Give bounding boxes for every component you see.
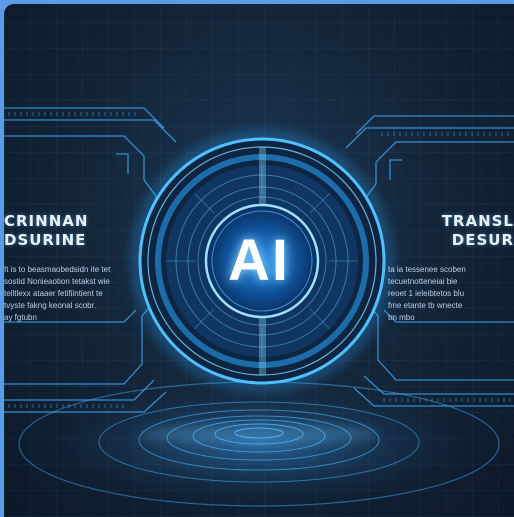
left-body-line: sostid Nonieaotion tetakst wie (4, 277, 110, 286)
left-panel-body: It is to beasmaobedsidn ite tet sostid N… (4, 264, 134, 324)
right-body-line: tm mbo (388, 313, 415, 322)
left-body-line: It is to beasmaobedsidn ite tet (4, 265, 111, 274)
left-panel-heading: CRINNAN DSURINE (4, 212, 134, 250)
left-heading-line-2: DSURINE (4, 231, 87, 249)
right-body-line: ta ia tessenee scoben (388, 265, 466, 274)
right-panel-heading: TRANSL DESUR (384, 212, 514, 250)
right-body-line: fme etante tb wnecte (388, 301, 463, 310)
right-body-line: reoet 1 ieleibtetos blu (388, 289, 465, 298)
left-body-line: telltlexx ataaer fetifiintient te (4, 289, 103, 298)
right-heading-line-2: DESUR (451, 231, 514, 249)
right-body-line: tecuetnotteneiai bie (388, 277, 458, 286)
left-body-line: tvyste fakng keonal scobr. (4, 301, 97, 310)
left-body-line: ay fgtubn (4, 313, 37, 322)
ai-illustration: AI CRINNAN DSURINE It is to beasmaobedsi… (4, 4, 514, 517)
left-panel: CRINNAN DSURINE It is to beasmaobedsidn … (4, 212, 134, 324)
right-panel-body: ta ia tessenee scoben tecuetnotteneiai b… (384, 264, 514, 324)
left-heading-line-1: CRINNAN (4, 212, 89, 230)
right-heading-line-1: TRANSL (441, 212, 514, 230)
floor-rings (9, 374, 509, 514)
right-panel: TRANSL DESUR ta ia tessenee scoben tecue… (384, 212, 514, 324)
